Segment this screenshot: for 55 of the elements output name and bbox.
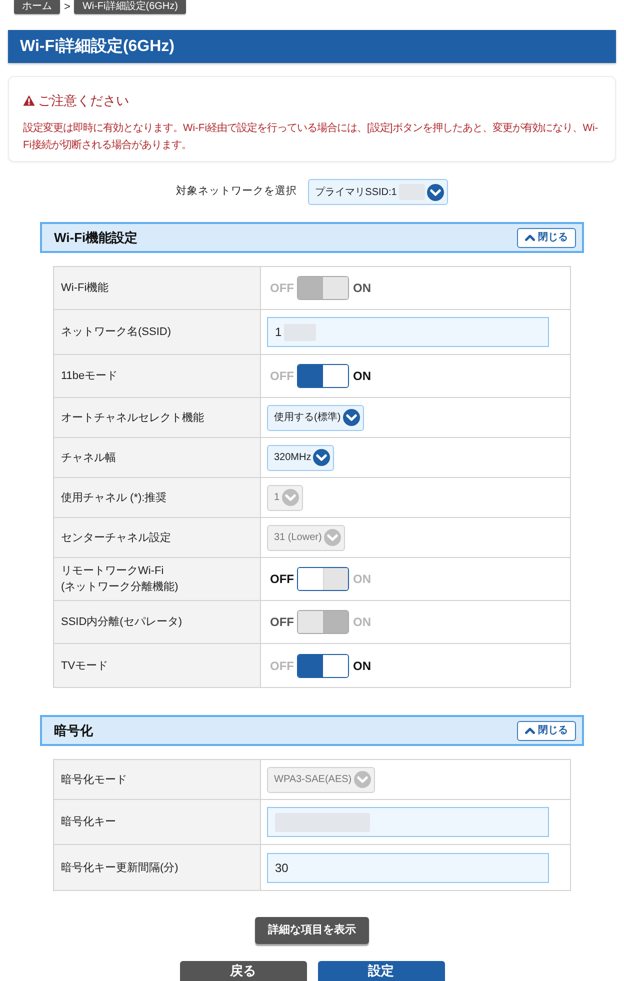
setting-label-cell: 暗号化モード <box>54 760 261 799</box>
dropdown-select[interactable]: 使用する(標準) <box>267 404 364 430</box>
breadcrumb-separator: > <box>64 0 70 14</box>
text-field[interactable]: 30 <box>267 852 549 882</box>
caret-up-icon <box>525 727 535 734</box>
submit-button[interactable]: 設定 <box>318 961 444 981</box>
toggle-switch[interactable] <box>297 364 349 388</box>
setting-label-cell: Wi-Fi機能 <box>54 267 261 309</box>
notice-text: 設定変更は即時に有効となります。Wi-Fi経由で設定を行っている場合には、[設定]ボタンを押したあと、変更が有効になり、Wi-Fi接続が切断される場合があります。 <box>23 121 600 152</box>
chevron-down-icon <box>342 409 360 426</box>
chevron-down-icon <box>282 489 299 506</box>
network-select-label: 対象ネットワークを選択 <box>176 184 298 200</box>
off-label: OFF <box>270 658 293 674</box>
chevron-down-icon <box>426 184 444 200</box>
setting-label-cell: 使用チャネル (*):推奨 <box>54 478 261 517</box>
dropdown-select[interactable]: 320MHz <box>267 444 334 470</box>
off-label: OFF <box>270 571 293 588</box>
setting-label-cell: オートチャネルセレクト機能 <box>54 398 261 437</box>
on-label: ON <box>353 280 371 297</box>
off-label: OFF <box>270 614 293 631</box>
setting-label-cell: センターチャネル設定 <box>54 518 261 557</box>
chevron-down-icon <box>354 771 371 788</box>
breadcrumb-link[interactable]: ホーム <box>14 0 60 14</box>
on-label: ON <box>353 368 371 385</box>
off-label: OFF <box>270 280 293 297</box>
section-title: 暗号化 <box>54 722 93 740</box>
toggle-switch[interactable] <box>297 567 349 591</box>
on-label: ON <box>353 614 371 631</box>
text-field[interactable] <box>267 807 549 837</box>
setting-label-cell: 11beモード <box>54 355 261 397</box>
on-label: ON <box>353 571 371 588</box>
setting-label-cell: 暗号化キー <box>54 800 261 844</box>
close-section-button[interactable]: 閉じる <box>517 228 576 248</box>
section-title: Wi-Fi機能設定 <box>54 228 138 247</box>
setting-label-cell: TVモード <box>54 644 261 687</box>
setting-label-cell: SSID内分離(セパレータ) <box>54 601 261 643</box>
off-label: OFF <box>270 368 293 385</box>
page-title: Wi-Fi詳細設定(6GHz) <box>20 36 175 56</box>
text-field[interactable]: 1 <box>267 317 549 347</box>
show-details-button[interactable]: 詳細な項目を表示 <box>255 917 369 944</box>
setting-label-cell: ネットワーク名(SSID) <box>54 310 261 354</box>
toggle-switch[interactable] <box>297 654 349 678</box>
warning-icon <box>23 95 35 106</box>
dropdown-select[interactable]: プライマリSSID:1 <box>308 179 448 205</box>
breadcrumb-link[interactable]: Wi-Fi詳細設定(6GHz) <box>74 0 186 14</box>
setting-label-cell: チャネル幅 <box>54 438 261 477</box>
notice-title: ご注意ください <box>38 92 129 110</box>
back-button[interactable]: 戻る <box>180 961 306 981</box>
chevron-down-icon <box>324 529 341 546</box>
caret-up-icon <box>525 234 535 241</box>
on-label: ON <box>353 658 371 674</box>
chevron-down-icon <box>313 449 330 466</box>
setting-label-cell: リモートワークWi-Fi (ネットワーク分離機能) <box>54 558 261 600</box>
close-section-button[interactable]: 閉じる <box>517 720 576 740</box>
setting-label-cell: 暗号化キー更新間隔(分) <box>54 845 261 890</box>
